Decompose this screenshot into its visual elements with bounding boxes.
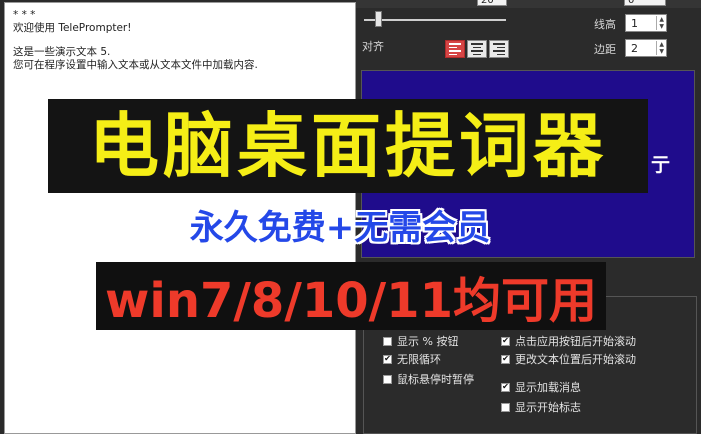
doc-blank-line — [13, 35, 355, 46]
doc-welcome-line: 欢迎使用 TelePrompter! — [13, 22, 132, 34]
option-show-start-marker[interactable]: 显示开始标志 — [501, 399, 581, 415]
option-pause-on-hover[interactable]: 鼠标悬停时暂停 — [383, 371, 474, 387]
option-label: 显示 % 按钮 — [397, 335, 459, 348]
line-height-value: 1 — [631, 16, 638, 30]
speed-slider-track[interactable] — [364, 19, 506, 21]
promo-subtitle: 永久免费+无需会员 — [189, 208, 491, 248]
margin-value: 2 — [631, 41, 638, 55]
doc-line-1: 这是一些演示文本 5. — [13, 46, 111, 58]
speed-spinbox[interactable]: 0 — [624, 0, 666, 6]
option-show-percent-button[interactable]: 显示 % 按钮 — [383, 333, 458, 349]
margin-spinbox[interactable]: 2 ▲ ▼ — [625, 39, 667, 57]
margin-label: 边距 — [594, 43, 616, 56]
option-label: 显示加载消息 — [515, 381, 581, 394]
promo-platform-banner: win7/8/10/11均可用 — [96, 262, 606, 330]
speed-value: 0 — [628, 0, 635, 6]
option-label: 点击应用按钮后开始滚动 — [515, 335, 636, 348]
preview-text-fragment: 亍 — [651, 154, 671, 176]
font-size-value: 20 — [481, 0, 494, 6]
promo-title-banner: 电脑桌面提词器 — [48, 99, 648, 193]
option-label: 鼠标悬停时暂停 — [397, 373, 474, 386]
option-label: 更改文本位置后开始滚动 — [515, 353, 636, 366]
option-scroll-after-reposition[interactable]: ✔ 更改文本位置后开始滚动 — [501, 351, 636, 367]
line-height-spinbox[interactable]: 1 ▲ ▼ — [625, 14, 667, 32]
checkbox-icon[interactable] — [501, 402, 510, 412]
align-label: 对齐 — [362, 40, 384, 53]
option-show-loading-message[interactable]: ✔ 显示加载消息 — [501, 379, 581, 395]
option-infinite-loop[interactable]: ✔ 无限循环 — [383, 351, 441, 367]
promo-title: 电脑桌面提词器 — [89, 105, 607, 187]
option-label: 显示开始标志 — [515, 401, 581, 414]
checkbox-icon[interactable] — [383, 336, 392, 346]
line-height-label: 线高 — [594, 18, 616, 31]
checkbox-checked-icon[interactable]: ✔ — [501, 336, 510, 346]
font-size-dropdown[interactable]: 20 — [477, 0, 507, 6]
doc-line-2: 您可在程序设置中输入文本或从文本文件中加载内容. — [13, 59, 258, 71]
align-right-button[interactable] — [489, 40, 509, 58]
spin-arrows-icon[interactable]: ▲ ▼ — [656, 41, 664, 55]
checkbox-checked-icon[interactable]: ✔ — [383, 354, 392, 364]
option-label: 无限循环 — [397, 353, 441, 366]
option-scroll-after-apply[interactable]: ✔ 点击应用按钮后开始滚动 — [501, 333, 636, 349]
align-left-button[interactable] — [445, 40, 465, 58]
align-center-button[interactable] — [467, 40, 487, 58]
checkbox-checked-icon[interactable]: ✔ — [501, 382, 510, 392]
checkbox-checked-icon[interactable]: ✔ — [501, 354, 510, 364]
spin-arrows-icon[interactable]: ▲ ▼ — [656, 16, 664, 30]
doc-marker: * * * — [13, 9, 36, 21]
speed-slider-thumb[interactable] — [375, 11, 382, 27]
checkbox-icon[interactable] — [383, 374, 392, 384]
promo-platforms: win7/8/10/11均可用 — [105, 273, 597, 329]
